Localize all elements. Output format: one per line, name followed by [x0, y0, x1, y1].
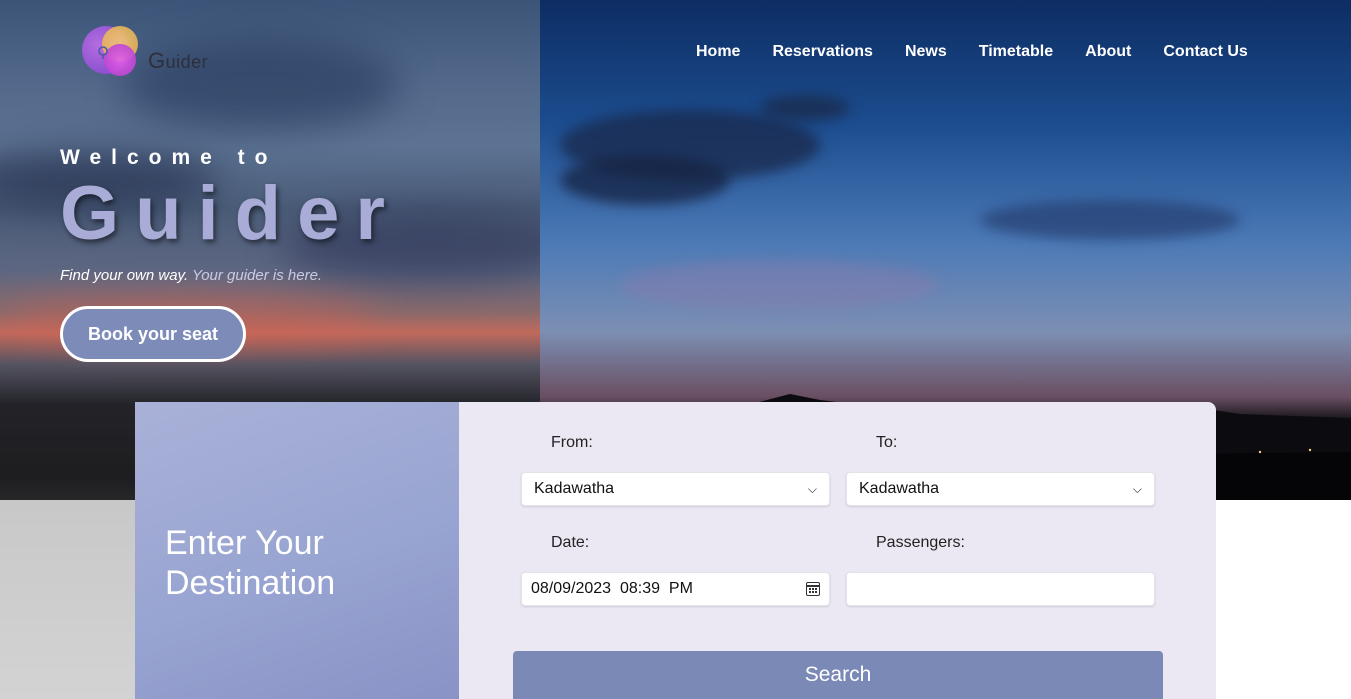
page: Guider Home Reservations News Timetable …	[0, 0, 1351, 699]
passengers-label: Passengers:	[876, 534, 965, 551]
destination-panel: Enter Your Destination	[135, 402, 459, 699]
hero-tagline: Find your own way. Your guider is here.	[60, 267, 322, 284]
lower-left-grey	[0, 500, 135, 699]
logo-wordmark: Guider	[148, 48, 209, 73]
destination-title: Enter Your Destination	[165, 523, 335, 603]
from-label: From:	[551, 434, 593, 451]
nav-about[interactable]: About	[1069, 43, 1147, 61]
nav-timetable[interactable]: Timetable	[963, 43, 1069, 61]
to-select[interactable]: Kadawatha ⌵	[846, 472, 1155, 506]
chevron-down-icon: ⌵	[1132, 481, 1142, 496]
location-pin-icon	[98, 46, 108, 59]
nav-contact-us[interactable]: Contact Us	[1147, 43, 1263, 61]
main-nav: Home Reservations News Timetable About C…	[680, 43, 1264, 61]
chevron-down-icon: ⌵	[807, 481, 817, 496]
calendar-icon[interactable]	[806, 582, 820, 596]
tagline-main: Find your own way.	[60, 267, 189, 284]
nav-reservations[interactable]: Reservations	[756, 43, 889, 61]
tagline-muted: Your guider is here.	[192, 267, 323, 284]
booking-form: From: To: Kadawatha ⌵ Kadawatha ⌵ Date: …	[459, 402, 1216, 699]
passengers-input[interactable]	[846, 572, 1155, 606]
to-label: To:	[876, 434, 898, 451]
date-label: Date:	[551, 534, 590, 551]
book-seat-button[interactable]: Book your seat	[60, 306, 246, 362]
from-select-value: Kadawatha	[534, 480, 615, 497]
destination-title-line1: Enter Your	[165, 524, 324, 562]
from-select[interactable]: Kadawatha ⌵	[521, 472, 830, 506]
nav-news[interactable]: News	[889, 43, 963, 61]
nav-home[interactable]: Home	[680, 43, 756, 61]
search-button[interactable]: Search	[513, 651, 1163, 699]
destination-title-line2: Destination	[165, 564, 336, 602]
hero-welcome: Welcome to	[60, 146, 278, 169]
hero-brand-title: Guider	[60, 171, 401, 256]
logo[interactable]: Guider	[78, 20, 208, 82]
to-select-value: Kadawatha	[859, 480, 940, 497]
date-input-value: 08/09/2023 08:39 PM	[531, 580, 693, 597]
date-input[interactable]: 08/09/2023 08:39 PM	[521, 572, 830, 606]
